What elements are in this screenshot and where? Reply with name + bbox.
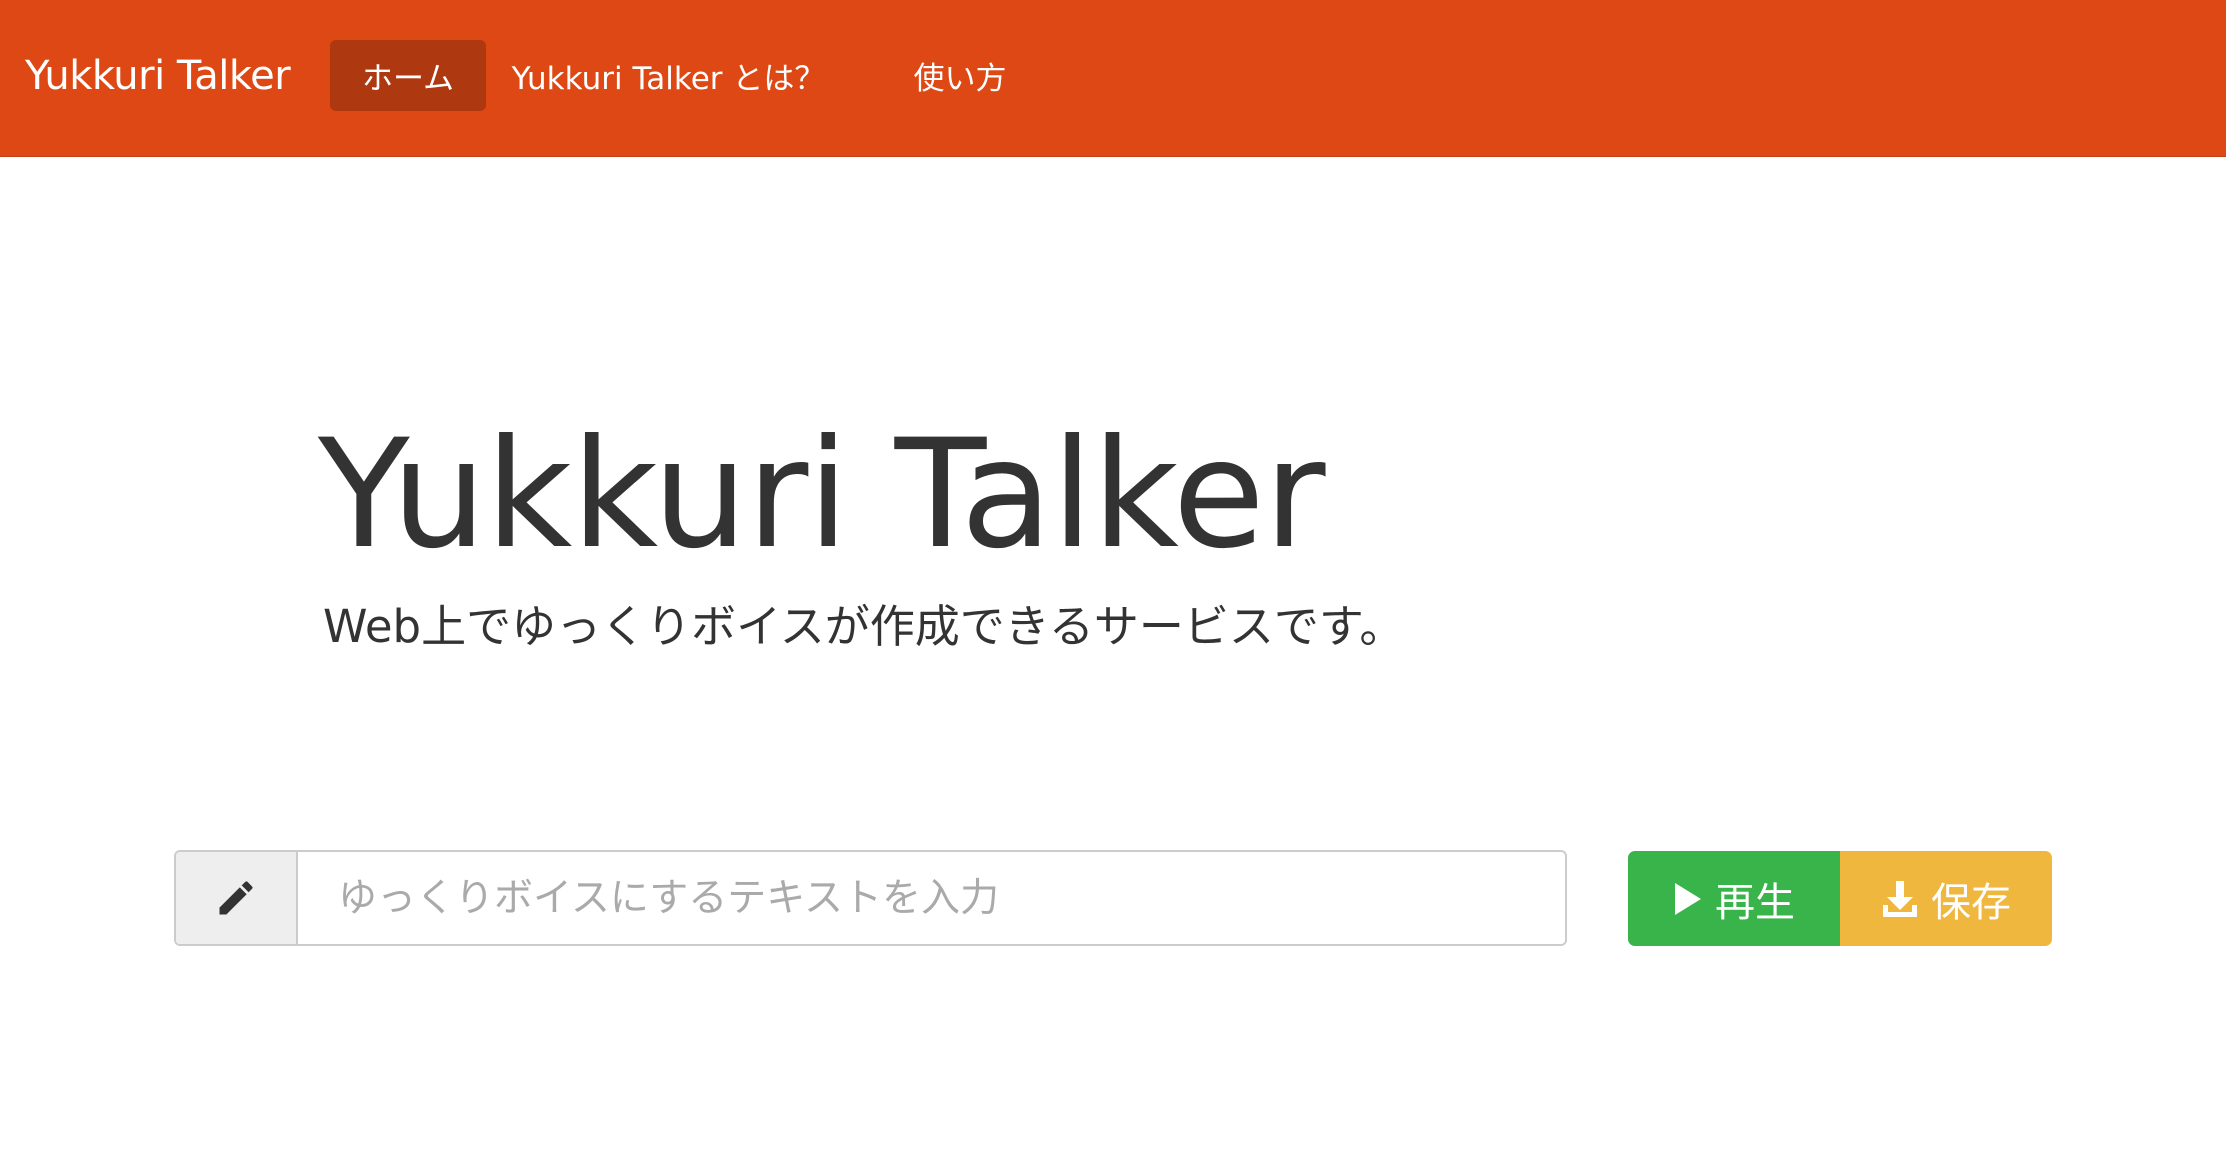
download-icon — [1881, 879, 1919, 919]
nav-item-home[interactable]: ホーム — [330, 40, 486, 111]
page-subtitle: Web上でゆっくりボイスが作成できるサービスです。 — [323, 600, 1405, 653]
save-button-label: 保存 — [1931, 879, 2011, 926]
save-button[interactable]: 保存 — [1840, 851, 2052, 946]
play-button-label: 再生 — [1715, 879, 1795, 926]
input-addon — [176, 852, 298, 944]
pencil-icon — [214, 876, 258, 920]
nav-item-about[interactable]: Yukkuri Talker とは？ — [506, 40, 831, 111]
play-icon — [1673, 881, 1703, 917]
play-button[interactable]: 再生 — [1628, 851, 1840, 946]
voice-text-input[interactable] — [298, 852, 1565, 944]
nav-item-how-to-use[interactable]: 使い方 — [890, 40, 1030, 111]
navbar: Yukkuri Talker ホーム Yukkuri Talker とは？ 使い… — [0, 0, 2226, 157]
page-title: Yukkuri Talker — [318, 408, 1326, 582]
brand-link[interactable]: Yukkuri Talker — [25, 50, 291, 102]
text-input-group — [174, 850, 1567, 946]
